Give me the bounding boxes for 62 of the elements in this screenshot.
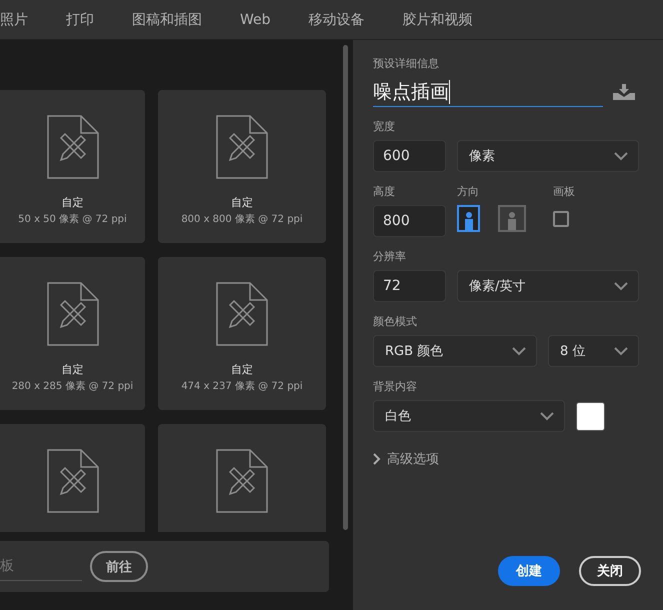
advanced-options-toggle[interactable]: 高级选项 — [373, 450, 439, 468]
create-button[interactable]: 创建 — [498, 556, 560, 586]
document-ruler-pencil-icon — [216, 282, 268, 346]
chevron-down-icon — [540, 412, 554, 420]
chevron-down-icon — [614, 152, 628, 160]
resolution-field[interactable]: 72 — [373, 270, 446, 302]
preset-title: 自定 — [62, 362, 84, 377]
close-button[interactable]: 关闭 — [579, 556, 641, 586]
category-tab[interactable]: 图稿和插图 — [132, 10, 202, 28]
preset-card[interactable]: 自定 800 x 800 像素 @ 72 ppi — [158, 90, 326, 243]
preset-size: 280 x 285 像素 @ 72 ppi — [12, 380, 134, 393]
category-tab[interactable]: 移动设备 — [308, 10, 365, 28]
section-heading: 预设详细信息 — [373, 56, 440, 71]
resolution-unit-select[interactable]: 像素/英寸 — [457, 270, 639, 302]
scrollbar[interactable] — [343, 45, 348, 530]
width-field[interactable]: 600 — [373, 140, 446, 172]
document-name-field[interactable]: 噪点插画 — [373, 77, 603, 107]
preset-title: 自定 — [231, 195, 253, 210]
field-label: 画板 — [553, 184, 575, 199]
document-ruler-pencil-icon — [216, 449, 268, 513]
document-ruler-pencil-icon — [216, 115, 268, 179]
chevron-down-icon — [614, 346, 628, 356]
category-tab[interactable]: 照片 — [0, 10, 28, 28]
field-label: 分辨率 — [373, 249, 407, 264]
preset-size: 800 x 800 像素 @ 72 ppi — [181, 212, 303, 226]
document-ruler-pencil-icon — [46, 449, 98, 513]
go-button[interactable]: 前往 — [90, 551, 148, 582]
preset-card[interactable]: 自定 280 x 285 像素 @ 72 ppi — [0, 257, 145, 410]
chevron-right-icon — [373, 453, 381, 465]
preset-card[interactable] — [158, 424, 326, 532]
category-tab[interactable]: Web — [240, 12, 271, 28]
background-select[interactable]: 白色 — [373, 400, 565, 432]
preset-size: 50 x 50 像素 @ 72 ppi — [18, 212, 127, 226]
preset-title: 自定 — [231, 362, 253, 377]
height-field[interactable]: 800 — [373, 205, 446, 237]
field-label: 宽度 — [373, 119, 396, 134]
category-tab[interactable]: 胶片和视频 — [402, 10, 473, 28]
preset-card[interactable] — [0, 424, 145, 532]
preset-size: 474 x 237 像素 @ 72 ppi — [181, 380, 303, 393]
field-label: 方向 — [457, 184, 480, 199]
color-mode-select[interactable]: RGB 颜色 — [373, 335, 537, 367]
preset-title: 自定 — [62, 195, 84, 210]
preset-card[interactable]: 自定 474 x 237 像素 @ 72 ppi — [158, 257, 326, 410]
artboard-checkbox[interactable] — [553, 211, 569, 227]
category-tab[interactable]: 打印 — [66, 10, 94, 28]
preset-card[interactable]: 自定 50 x 50 像素 @ 72 ppi — [0, 90, 145, 243]
field-label: 颜色模式 — [373, 314, 418, 329]
person-icon — [507, 211, 517, 230]
bit-depth-select[interactable]: 8 位 — [548, 335, 639, 367]
document-ruler-pencil-icon — [46, 115, 98, 179]
save-preset-icon[interactable] — [613, 84, 635, 100]
portrait-button[interactable] — [457, 205, 480, 232]
unit-select[interactable]: 像素 — [457, 140, 639, 172]
background-color-swatch[interactable] — [576, 402, 605, 430]
document-ruler-pencil-icon — [46, 282, 98, 346]
field-label: 高度 — [373, 184, 396, 199]
chevron-down-icon — [512, 346, 526, 356]
landscape-button[interactable] — [498, 205, 526, 232]
person-icon — [464, 211, 474, 230]
template-search-field[interactable]: 板 — [0, 552, 82, 580]
field-label: 背景内容 — [373, 379, 418, 394]
chevron-down-icon — [614, 282, 628, 290]
